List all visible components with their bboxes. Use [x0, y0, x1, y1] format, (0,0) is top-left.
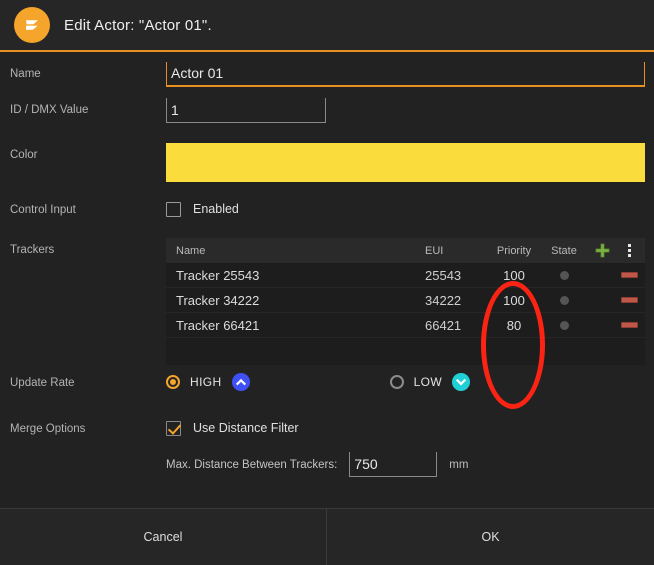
tracker-state — [541, 270, 587, 280]
cancel-button[interactable]: Cancel — [0, 509, 327, 565]
tracker-priority[interactable]: 100 — [487, 293, 541, 308]
tracker-eui: 66421 — [425, 317, 462, 333]
form-row-color: Color — [0, 143, 654, 198]
trackers-table-empty-area — [166, 338, 645, 365]
tracker-name: Tracker 34222 — [176, 292, 260, 308]
chevron-down-icon — [452, 373, 471, 391]
radio-low[interactable] — [389, 375, 404, 389]
edit-actor-dialog: Edit Actor: "Actor 01". Name ID / DMX Va… — [0, 0, 654, 565]
tracker-name: Tracker 66421 — [176, 317, 260, 333]
form-row-merge-options: Merge Options Use Distance Filter Max. D… — [0, 417, 654, 477]
color-swatch[interactable] — [166, 143, 645, 182]
table-row[interactable]: Tracker 66421 66421 80 — [166, 313, 645, 338]
max-distance-unit: mm — [449, 458, 469, 471]
tracker-eui: 34222 — [425, 292, 462, 308]
radio-high[interactable] — [166, 375, 180, 389]
form-row-name: Name — [0, 62, 654, 98]
state-dot-icon — [559, 295, 569, 305]
ok-button[interactable]: OK — [327, 509, 654, 565]
dialog-body: Name ID / DMX Value Color Control Input — [0, 52, 654, 508]
remove-tracker-button[interactable] — [617, 322, 641, 328]
dmx-label: ID / DMX Value — [10, 104, 89, 116]
column-header-name: Name — [176, 244, 206, 257]
page-title: Edit Actor: "Actor 01". — [64, 16, 212, 34]
dmx-value-input[interactable] — [166, 98, 326, 123]
add-tracker-button[interactable] — [587, 243, 617, 258]
tracker-eui: 25543 — [425, 267, 462, 283]
column-header-state: State — [551, 244, 577, 257]
state-dot-icon — [559, 270, 569, 280]
minus-icon — [620, 272, 638, 278]
plus-icon — [595, 243, 609, 258]
form-row-dmx: ID / DMX Value — [0, 98, 654, 143]
use-distance-filter-label: Use Distance Filter — [193, 421, 299, 435]
control-input-label: Control Input — [10, 204, 76, 216]
update-rate-label: Update Rate — [10, 377, 75, 389]
name-input[interactable] — [166, 62, 645, 87]
table-row[interactable]: Tracker 34222 34222 100 — [166, 288, 645, 313]
update-rate-option-high[interactable]: HIGH — [166, 373, 250, 391]
remove-tracker-button[interactable] — [617, 297, 641, 303]
column-header-priority: Priority — [496, 244, 532, 257]
trackers-table: Name EUI Priority State Tracker 25543 25… — [166, 238, 645, 365]
max-distance-row: Max. Distance Between Trackers: mm — [166, 452, 646, 477]
name-label: Name — [10, 68, 41, 80]
remove-tracker-button[interactable] — [617, 272, 641, 278]
state-dot-icon — [559, 320, 569, 330]
chevron-up-icon — [231, 373, 250, 391]
max-distance-input[interactable] — [349, 452, 438, 477]
dialog-header: Edit Actor: "Actor 01". — [0, 0, 654, 52]
tracker-priority[interactable]: 100 — [487, 268, 541, 283]
overflow-menu-icon — [617, 244, 641, 257]
merge-options-label: Merge Options — [10, 423, 86, 435]
tracker-state — [541, 295, 587, 305]
control-input-enabled-checkbox[interactable] — [166, 201, 181, 217]
color-label: Color — [10, 149, 38, 161]
minus-icon — [620, 297, 638, 303]
form-row-trackers: Trackers Name EUI Priority State Tracker… — [0, 238, 654, 365]
trackers-label: Trackers — [10, 244, 55, 256]
tracker-priority[interactable]: 80 — [487, 318, 541, 333]
max-distance-label: Max. Distance Between Trackers: — [166, 458, 338, 471]
use-distance-filter-checkbox[interactable] — [166, 420, 181, 436]
minus-icon — [620, 322, 638, 328]
trackers-overflow-menu-button[interactable] — [617, 244, 641, 257]
update-rate-option-low[interactable]: LOW — [389, 373, 471, 391]
tracker-name: Tracker 25543 — [176, 267, 260, 283]
control-input-enabled-label: Enabled — [193, 202, 239, 216]
radio-high-label: HIGH — [190, 375, 222, 389]
radio-low-label: LOW — [413, 375, 443, 389]
column-header-eui: EUI — [425, 244, 444, 257]
tracker-state — [541, 320, 587, 330]
app-logo-icon — [14, 7, 50, 43]
table-row[interactable]: Tracker 25543 25543 100 — [166, 263, 645, 288]
trackers-table-header: Name EUI Priority State — [166, 238, 645, 263]
form-row-control-input: Control Input Enabled — [0, 198, 654, 238]
form-row-update-rate: Update Rate HIGH LOW — [0, 365, 654, 417]
dialog-footer: Cancel OK — [0, 508, 654, 565]
